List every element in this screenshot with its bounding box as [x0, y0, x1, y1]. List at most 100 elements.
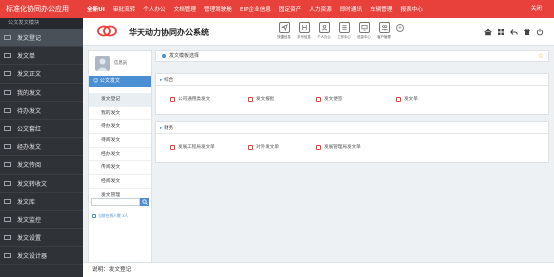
quick-link-label: 快捷信息 — [277, 35, 291, 39]
sidebar-item-label: 待办发文 — [17, 107, 42, 115]
search-button[interactable] — [140, 198, 149, 206]
shirt-icon[interactable] — [522, 27, 531, 36]
quick-link-label: 信息中心 — [357, 35, 371, 39]
doc-icon — [4, 198, 11, 204]
tab-new-ui[interactable]: 全新UI — [83, 5, 109, 13]
user-icon: ☺ — [93, 78, 100, 84]
sidebar-item-label: 公文套红 — [17, 126, 42, 134]
sidebar-item-label: 发文设置 — [17, 235, 42, 243]
submenu-item-read[interactable]: 经阅发文 — [89, 175, 151, 189]
doc-icon — [4, 144, 11, 150]
doc-icon — [4, 71, 11, 77]
tab-assets[interactable]: 固定资产 — [275, 5, 305, 13]
sidebar-item-monitor[interactable]: 发文监控 — [0, 211, 83, 230]
quick-link-message[interactable]: 信息中心 — [354, 22, 374, 39]
monitor-icon — [358, 22, 370, 33]
quick-link-label: 工作中心 — [337, 35, 351, 39]
online-users[interactable]: 当前在线人数 3人 — [92, 213, 128, 219]
quick-link-personal[interactable]: 个人办公 — [314, 22, 334, 39]
group-title: 财务 — [160, 125, 173, 131]
sidebar-item-handled[interactable]: 经办发文 — [0, 138, 83, 157]
back-icon[interactable] — [509, 27, 518, 36]
sidebar-item-library[interactable]: 发文库 — [0, 193, 83, 211]
power-icon[interactable] — [535, 27, 544, 36]
tab-eip[interactable]: EIP企业信息 — [236, 5, 275, 13]
sidebar-item-label: 经办发文 — [17, 144, 42, 152]
sidebar-item-todo[interactable]: 待办发文 — [0, 102, 83, 120]
tab-im[interactable]: 即时通讯 — [336, 5, 366, 13]
template-item[interactable]: 发文便签 — [316, 96, 342, 102]
template-item[interactable]: 发展管理局发文单 — [316, 144, 361, 150]
sidebar-item-label: 发文单 — [17, 53, 36, 61]
search-icon — [141, 199, 148, 205]
top-nav-bar: 全新UI 审批流转 个人办公 文档管理 管理驾驶舱 EIP企业信息 固定资产 人… — [83, 0, 554, 18]
grid-icon[interactable] — [496, 27, 505, 36]
sidebar-item-label: 发文登记 — [17, 35, 42, 43]
search-input[interactable] — [91, 198, 140, 206]
search-bar — [91, 198, 149, 206]
quick-link-info[interactable]: 快捷信息 — [274, 22, 294, 39]
tab-reports[interactable]: 报表中心 — [396, 5, 426, 13]
quick-links: 快捷信息 手写信息 个人办公 工作中心 信息中心 客户管理 + — [274, 22, 404, 39]
template-group-general: 综合 公司通用类发文 发文报批 发文便签 发文单 — [155, 73, 549, 115]
submenu-item-mine[interactable]: 我的发文 — [89, 107, 151, 121]
template-item[interactable]: 发文报批 — [248, 96, 274, 102]
sidebar-item-label: 发文库 — [17, 198, 36, 206]
template-label: 发文单 — [404, 97, 418, 102]
sidebar-item-redhead[interactable]: 公文套红 — [0, 120, 83, 139]
submenu-title: 公文发文 — [99, 78, 120, 84]
sidebar-item-circulate[interactable]: 发文传阅 — [0, 156, 83, 175]
tab-vehicles[interactable]: 车辆管理 — [366, 5, 396, 13]
group-title: 综合 — [160, 77, 173, 83]
quick-link-work[interactable]: 工作中心 — [334, 22, 354, 39]
sidebar-item-convert[interactable]: 发文转收文 — [0, 175, 83, 193]
template-item[interactable]: 公司通用类发文 — [170, 96, 210, 102]
doc-icon — [4, 235, 11, 241]
sidebar-item-designer[interactable]: 发文设计器 — [0, 247, 83, 266]
doc-icon — [4, 53, 11, 59]
star-icon[interactable]: ☆ — [538, 51, 544, 62]
sidebar-item-form[interactable]: 发文单 — [0, 47, 83, 66]
main-content: 发文模板选择 ☆ 综合 公司通用类发文 发文报批 发文便签 发文单 财务 发展工… — [155, 50, 549, 265]
template-label: 发文报批 — [256, 97, 275, 102]
avatar — [95, 56, 110, 71]
template-label: 发文便签 — [324, 97, 343, 102]
sidebar-item-register[interactable]: 发文登记 — [0, 29, 83, 48]
tab-approval[interactable]: 审批流转 — [109, 5, 139, 13]
template-item[interactable]: 发文单 — [396, 96, 418, 102]
submenu-header[interactable]: ☺ 公文发文 — [89, 76, 151, 87]
tab-hr[interactable]: 人力资源 — [305, 5, 335, 13]
quick-link-crm[interactable]: 客户管理 — [374, 22, 394, 39]
sidebar-item-body[interactable]: 发文正文 — [0, 65, 83, 84]
submenu-item-todo[interactable]: 待办发文 — [89, 120, 151, 135]
sidebar-item-label: 发文转收文 — [17, 180, 48, 188]
submenu-item-toread[interactable]: 待阅发文 — [89, 134, 151, 148]
sidebar-item-label: 发文传阅 — [17, 162, 42, 170]
tab-documents[interactable]: 文档管理 — [170, 5, 200, 13]
app-window: 标准化协同办公应用 公文发文模块 发文登记 发文单 发文正文 我的发文 待办发文… — [0, 0, 554, 277]
submenu-item-circulate[interactable]: 传阅发文 — [89, 161, 151, 176]
doc-icon — [4, 89, 11, 95]
doc-icon — [4, 126, 11, 132]
breadcrumb: 发文模板选择 ☆ — [155, 50, 549, 62]
tab-cockpit[interactable]: 管理驾驶舱 — [200, 5, 236, 13]
tab-personal[interactable]: 个人办公 — [139, 5, 169, 13]
doc-icon — [316, 96, 321, 102]
send-icon — [278, 22, 290, 33]
sidebar-item-settings[interactable]: 发文设置 — [0, 229, 83, 248]
home-icon[interactable] — [483, 27, 492, 36]
brand-title: 标准化协同办公应用 — [0, 0, 83, 18]
status-bar: 说明：发文登记 — [83, 262, 554, 277]
sidebar-item-mine[interactable]: 我的发文 — [0, 84, 83, 102]
close-button[interactable]: 关闭 — [531, 0, 542, 18]
template-item[interactable]: 对外发文单 — [248, 144, 279, 150]
submenu-item-handled[interactable]: 经办发文 — [89, 148, 151, 162]
template-item[interactable]: 发展工程局发文单 — [170, 144, 215, 150]
plus-icon[interactable]: + — [396, 24, 404, 32]
people-icon — [378, 22, 390, 33]
doc-icon — [248, 96, 253, 102]
user-name: 信息员 — [114, 61, 128, 66]
quick-link-label: 个人办公 — [317, 35, 331, 39]
quick-link-handwrite[interactable]: 手写信息 — [294, 22, 314, 39]
submenu-item-register[interactable]: 发文登记 — [89, 93, 151, 107]
